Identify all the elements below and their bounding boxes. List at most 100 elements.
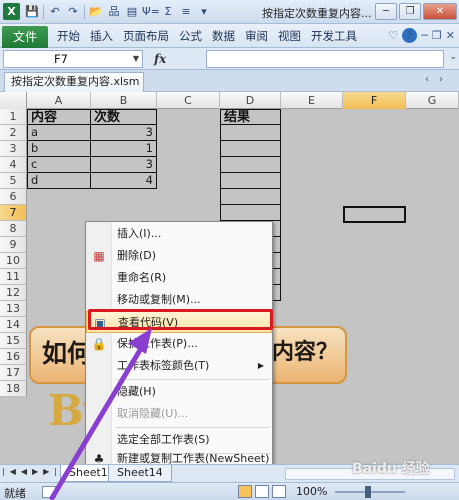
menu-item-rename[interactable]: 重命名(R) bbox=[86, 267, 272, 289]
ribbon-minimize-icon[interactable]: ♡ bbox=[388, 29, 398, 42]
cell-d2[interactable] bbox=[220, 125, 281, 141]
cell-d7[interactable] bbox=[220, 205, 281, 221]
formula-input[interactable] bbox=[206, 50, 444, 68]
row-header-12[interactable]: 12 bbox=[0, 285, 27, 301]
tab-formulas[interactable]: 公式 bbox=[174, 24, 207, 48]
help-icon[interactable]: ? bbox=[402, 28, 418, 43]
cell-b5[interactable]: 4 bbox=[91, 173, 157, 189]
column-header-f[interactable]: F bbox=[343, 92, 406, 109]
menu-item-insert[interactable]: 插入(I)... bbox=[86, 223, 272, 245]
sheet-nav-icon[interactable]: |◀◀▶▶| bbox=[2, 467, 62, 476]
tab-page-layout[interactable]: 页面布局 bbox=[118, 24, 174, 48]
workbook-tab[interactable]: 按指定次数重复内容.xlsm bbox=[4, 72, 144, 92]
tab-view[interactable]: 视图 bbox=[273, 24, 306, 48]
name-box[interactable]: F7 ▼ bbox=[3, 50, 143, 68]
row-header-4[interactable]: 4 bbox=[0, 157, 27, 173]
row-header-2[interactable]: 2 bbox=[0, 125, 27, 141]
redo-icon[interactable]: ↷ bbox=[65, 4, 81, 20]
undo-icon[interactable]: ↶ bbox=[47, 4, 63, 20]
customize-icon[interactable]: ▾ bbox=[196, 4, 212, 20]
insert-function-icon[interactable]: fx bbox=[154, 52, 166, 66]
select-all-corner[interactable] bbox=[0, 92, 27, 109]
filter-icon[interactable]: ≡ bbox=[178, 4, 194, 20]
menu-item-hide[interactable]: 隐藏(H) bbox=[86, 381, 272, 403]
cell-b2[interactable]: 3 bbox=[91, 125, 157, 141]
cell-a1[interactable]: 内容 bbox=[27, 109, 91, 125]
row-header-16[interactable]: 16 bbox=[0, 349, 27, 365]
restore-button[interactable]: ❐ bbox=[399, 3, 421, 20]
tree-icon[interactable]: 品 bbox=[106, 4, 122, 20]
page-break-view-icon[interactable] bbox=[272, 485, 286, 498]
cell-d4[interactable] bbox=[220, 157, 281, 173]
cell-b3[interactable]: 1 bbox=[91, 141, 157, 157]
menu-item-label: 保护工作表(P)... bbox=[117, 337, 198, 350]
cell-d1[interactable]: 结果 bbox=[220, 109, 281, 125]
cell-a5[interactable]: d bbox=[27, 173, 91, 189]
menu-item-tab-color[interactable]: 工作表标签颜色(T) ▶ bbox=[86, 355, 272, 377]
tab-data[interactable]: 数据 bbox=[207, 24, 240, 48]
tab-review[interactable]: 审阅 bbox=[240, 24, 273, 48]
row-header-11[interactable]: 11 bbox=[0, 269, 27, 285]
row-header-9[interactable]: 9 bbox=[0, 237, 27, 253]
window-close-icon[interactable]: ✕ bbox=[446, 29, 455, 42]
close-button[interactable]: ✕ bbox=[423, 3, 457, 20]
sheet-tab-sheet14[interactable]: Sheet14 bbox=[108, 465, 172, 482]
format-icon[interactable]: ▤ bbox=[124, 4, 140, 20]
column-header-d[interactable]: D bbox=[220, 92, 281, 109]
row-header-1[interactable]: 1 bbox=[0, 109, 27, 125]
cell-d5[interactable] bbox=[220, 173, 281, 189]
column-header-b[interactable]: B bbox=[91, 92, 157, 109]
row-header-15[interactable]: 15 bbox=[0, 333, 27, 349]
workbook-scroll-icon[interactable]: ‹› bbox=[425, 74, 453, 85]
zoom-slider-thumb[interactable] bbox=[365, 486, 371, 498]
cell-a2[interactable]: a bbox=[27, 125, 91, 141]
cell-a3[interactable]: b bbox=[27, 141, 91, 157]
column-header-e[interactable]: E bbox=[281, 92, 343, 109]
chevron-down-icon[interactable]: ▼ bbox=[133, 51, 139, 67]
column-header-a[interactable]: A bbox=[27, 92, 91, 109]
macro-record-icon[interactable] bbox=[42, 486, 56, 498]
row-header-8[interactable]: 8 bbox=[0, 221, 27, 237]
row-header-18[interactable]: 18 bbox=[0, 381, 27, 397]
page-layout-view-icon[interactable] bbox=[255, 485, 269, 498]
row-header-13[interactable]: 13 bbox=[0, 301, 27, 317]
excel-app-icon[interactable]: X bbox=[3, 3, 20, 20]
row-header-5[interactable]: 5 bbox=[0, 173, 27, 189]
menu-item-move-copy[interactable]: 移动或复制(M)... bbox=[86, 289, 272, 311]
ribbon-tabs: 文件 开始 插入 页面布局 公式 数据 审阅 视图 开发工具 ♡ ? ─ ❐ ✕ bbox=[0, 24, 459, 48]
tab-developer[interactable]: 开发工具 bbox=[306, 24, 362, 48]
row-header-3[interactable]: 3 bbox=[0, 141, 27, 157]
name-box-value: F7 bbox=[54, 52, 68, 66]
tab-file[interactable]: 文件 bbox=[2, 26, 48, 48]
column-header-g[interactable]: G bbox=[406, 92, 459, 109]
menu-item-delete[interactable]: ▦ 删除(D) bbox=[86, 245, 272, 267]
minimize-button[interactable]: ─ bbox=[375, 3, 397, 20]
row-header-14[interactable]: 14 bbox=[0, 317, 27, 333]
menu-item-protect-sheet[interactable]: 🔒 保护工作表(P)... bbox=[86, 333, 272, 355]
zoom-level[interactable]: 100% bbox=[296, 485, 327, 498]
window-minimize-icon[interactable]: ─ bbox=[421, 29, 428, 42]
column-header-c[interactable]: C bbox=[157, 92, 220, 109]
save-icon[interactable]: 💾 bbox=[24, 4, 40, 20]
sort-icon[interactable]: Ψ= bbox=[142, 4, 160, 20]
tab-insert[interactable]: 插入 bbox=[85, 24, 118, 48]
row-header-10[interactable]: 10 bbox=[0, 253, 27, 269]
tab-home[interactable]: 开始 bbox=[52, 24, 85, 48]
open-icon[interactable]: 📂 bbox=[88, 4, 104, 20]
toolbar-separator bbox=[43, 5, 44, 19]
normal-view-icon[interactable] bbox=[238, 485, 252, 498]
ribbon-tab-list: 开始 插入 页面布局 公式 数据 审阅 视图 开发工具 bbox=[52, 24, 362, 48]
cell-b1[interactable]: 次数 bbox=[91, 109, 157, 125]
row-header-6[interactable]: 6 bbox=[0, 189, 27, 205]
sum-icon[interactable]: Σ bbox=[160, 4, 176, 20]
cell-d6[interactable] bbox=[220, 189, 281, 205]
row-header-17[interactable]: 17 bbox=[0, 365, 27, 381]
cell-a4[interactable]: c bbox=[27, 157, 91, 173]
active-cell-f7[interactable] bbox=[343, 206, 406, 223]
expand-formula-icon[interactable]: ⌄ bbox=[449, 52, 457, 62]
window-title: 按指定次数重复内容... bbox=[262, 7, 372, 20]
cell-d3[interactable] bbox=[220, 141, 281, 157]
row-header-7[interactable]: 7 bbox=[0, 205, 27, 221]
window-restore-icon[interactable]: ❐ bbox=[432, 29, 442, 42]
cell-b4[interactable]: 3 bbox=[91, 157, 157, 173]
